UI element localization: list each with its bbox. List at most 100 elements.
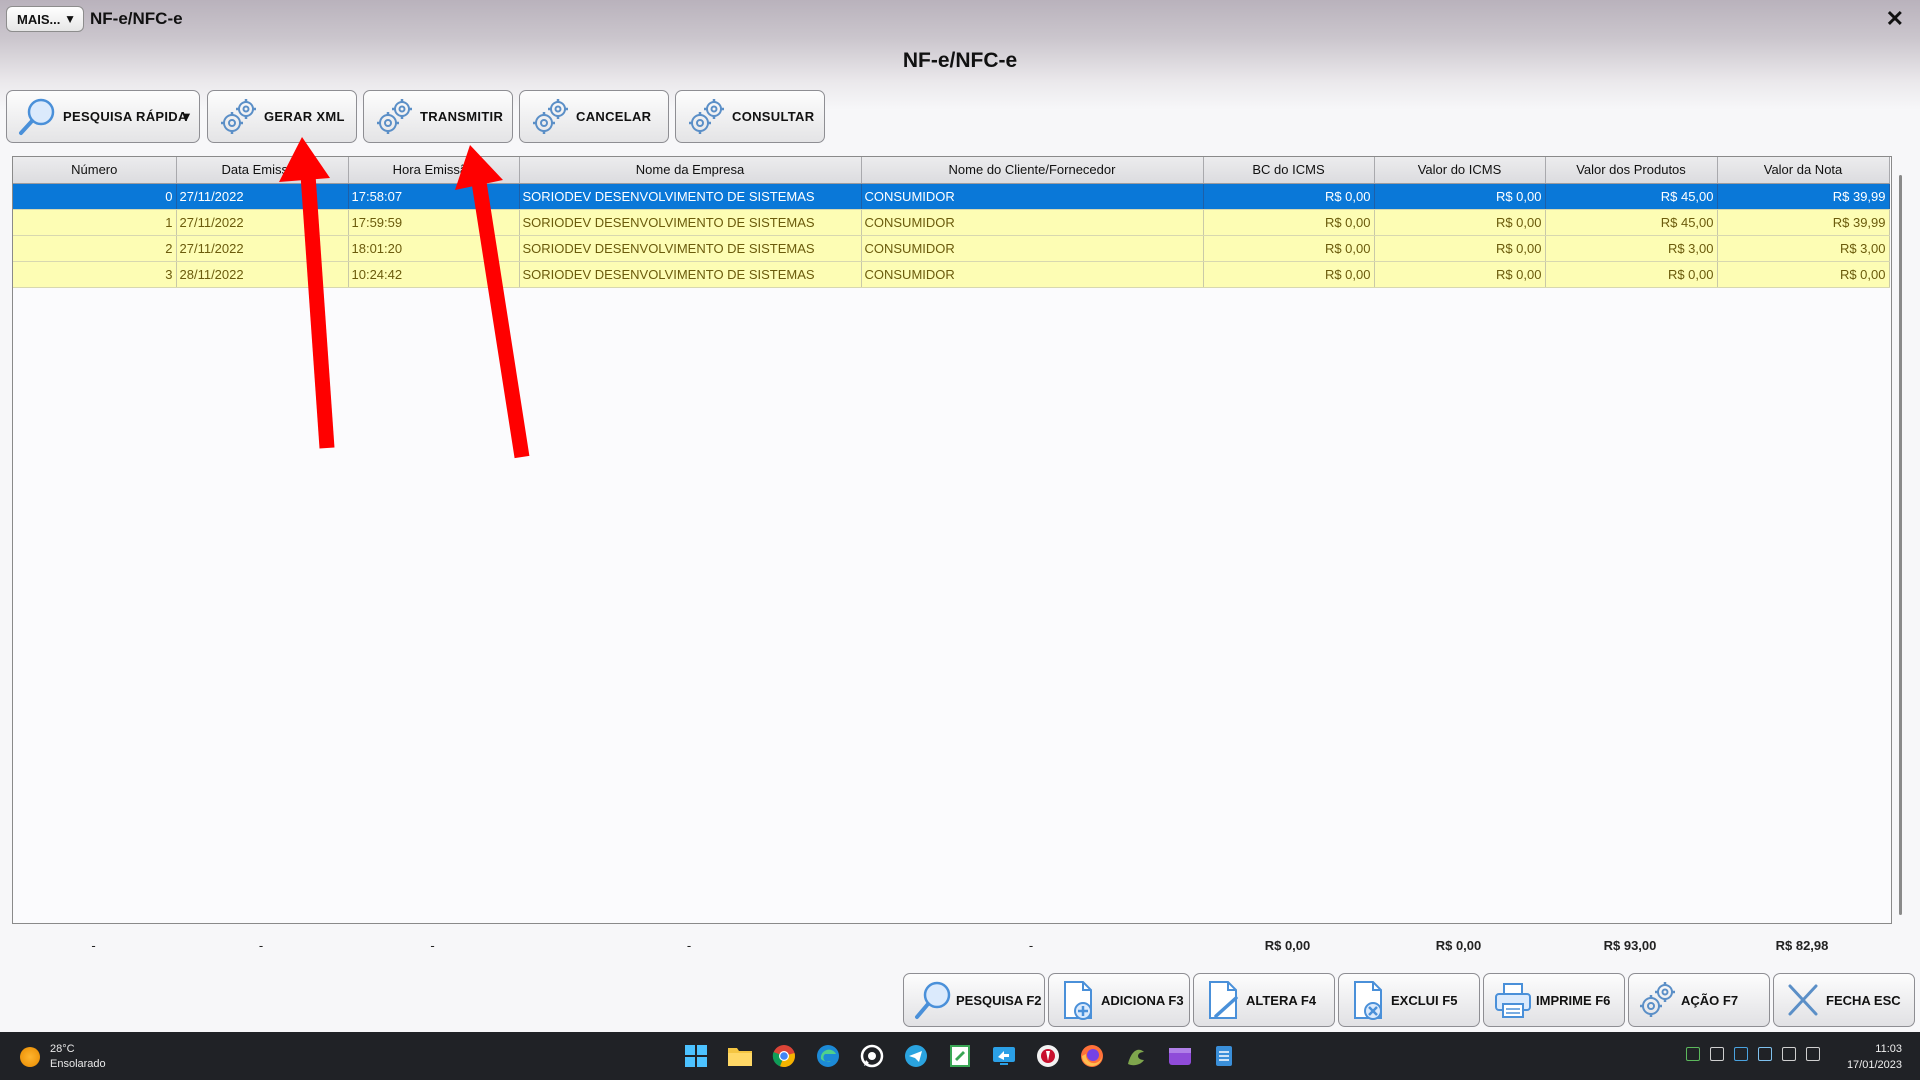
cell-bc-icms: R$ 0,00 — [1203, 183, 1375, 210]
clock[interactable]: 11:03 17/01/2023 — [1847, 1041, 1902, 1073]
cell-cliente: CONSUMIDOR — [861, 261, 1204, 288]
nfe-table: Número Data Emissão Hora Emissão Nome da… — [13, 157, 1890, 288]
cell-data: 27/11/2022 — [176, 183, 349, 210]
chevron-down-icon[interactable]: ▼ — [180, 109, 193, 124]
total-empresa: - — [686, 938, 692, 953]
cell-numero: 2 — [13, 235, 177, 262]
telegram-icon[interactable] — [900, 1040, 932, 1072]
exclui-button[interactable]: EXCLUI F5 — [1338, 973, 1480, 1027]
taskbar-apps — [680, 1040, 1240, 1072]
printer-icon — [1492, 978, 1534, 1022]
cell-valor-produtos: R$ 0,00 — [1545, 261, 1718, 288]
close-window-icon[interactable]: ✕ — [1886, 6, 1904, 32]
chrome-icon[interactable] — [768, 1040, 800, 1072]
cell-bc-icms: R$ 0,00 — [1203, 235, 1375, 262]
weather-widget[interactable]: 28°C Ensolarado — [20, 1042, 106, 1072]
imprime-button[interactable]: IMPRIME F6 — [1483, 973, 1625, 1027]
total-valor-nota: R$ 82,98 — [1775, 938, 1829, 953]
column-header-valor-produtos[interactable]: Valor dos Produtos — [1545, 157, 1718, 184]
column-header-bc-icms[interactable]: BC do ICMS — [1203, 157, 1375, 184]
tray-app-icon[interactable] — [1686, 1047, 1700, 1061]
altera-button[interactable]: ALTERA F4 — [1193, 973, 1335, 1027]
total-valor-produtos: R$ 93,00 — [1603, 938, 1657, 953]
acao-label: AÇÃO F7 — [1681, 992, 1739, 1008]
cell-empresa: SORIODEV DESENVOLVIMENTO DE SISTEMAS — [519, 183, 862, 210]
media-player-icon[interactable] — [1164, 1040, 1196, 1072]
notepad-icon[interactable] — [1208, 1040, 1240, 1072]
system-tray — [1686, 1047, 1820, 1061]
table-row[interactable]: 2 27/11/2022 18:01:20 SORIODEV DESENVOLV… — [13, 235, 1890, 262]
app-green-icon[interactable] — [1120, 1040, 1152, 1072]
altera-label: ALTERA F4 — [1246, 992, 1317, 1008]
table-row[interactable]: 1 27/11/2022 17:59:59 SORIODEV DESENVOLV… — [13, 209, 1890, 236]
cancelar-label: CANCELAR — [576, 109, 652, 124]
file-explorer-icon[interactable] — [724, 1040, 756, 1072]
total-data: - — [258, 938, 264, 953]
table-row[interactable]: 3 28/11/2022 10:24:42 SORIODEV DESENVOLV… — [13, 261, 1890, 288]
column-header-hora-emissao[interactable]: Hora Emissão — [348, 157, 520, 184]
remote-desktop-icon[interactable] — [988, 1040, 1020, 1072]
column-header-nome-cliente[interactable]: Nome do Cliente/Fornecedor — [861, 157, 1204, 184]
scrollbar-thumb[interactable] — [1899, 175, 1902, 915]
cell-valor-nota: R$ 39,99 — [1717, 209, 1890, 236]
security-icon[interactable] — [1734, 1047, 1748, 1061]
column-header-valor-nota[interactable]: Valor da Nota — [1717, 157, 1890, 184]
edge-icon[interactable] — [812, 1040, 844, 1072]
firefox-icon[interactable] — [1076, 1040, 1108, 1072]
cancelar-button[interactable]: CANCELAR — [519, 90, 669, 143]
pesquisa-label: PESQUISA F2 — [956, 992, 1042, 1008]
consultar-label: CONSULTAR — [732, 109, 815, 124]
nfe-grid[interactable]: Número Data Emissão Hora Emissão Nome da… — [12, 156, 1908, 925]
transmitir-label: TRANSMITIR — [420, 109, 504, 124]
gerar-xml-button[interactable]: GERAR XML — [207, 90, 357, 143]
transmitir-button[interactable]: TRANSMITIR — [363, 90, 513, 143]
cell-bc-icms: R$ 0,00 — [1203, 261, 1375, 288]
total-cliente: - — [1028, 938, 1034, 953]
cell-hora: 18:01:20 — [348, 235, 520, 262]
app-red-icon[interactable] — [1032, 1040, 1064, 1072]
gears-icon — [1637, 978, 1679, 1022]
taskbar: 28°C Ensolarado 11:03 17/01/2023 — [0, 1032, 1920, 1080]
cell-empresa: SORIODEV DESENVOLVIMENTO DE SISTEMAS — [519, 209, 862, 236]
consultar-button[interactable]: CONSULTAR — [675, 90, 825, 143]
cell-empresa: SORIODEV DESENVOLVIMENTO DE SISTEMAS — [519, 235, 862, 262]
page-title: NF-e/NFC-e — [902, 49, 1018, 72]
vertical-scrollbar[interactable] — [1894, 157, 1908, 925]
window-title: NF-e/NFC-e — [90, 9, 183, 28]
cell-cliente: CONSUMIDOR — [861, 209, 1204, 236]
close-icon — [1782, 978, 1824, 1022]
totals-row: - - - - - R$ 0,00 R$ 0,00 R$ 93,00 R$ 82… — [0, 938, 1920, 958]
chevron-down-icon: ▼ — [64, 12, 76, 26]
column-header-nome-empresa[interactable]: Nome da Empresa — [519, 157, 862, 184]
network-icon[interactable] — [1782, 1047, 1796, 1061]
sun-icon — [20, 1047, 40, 1067]
pesquisa-rapida-button[interactable]: PESQUISA RÁPIDA ▼ — [6, 90, 200, 143]
notepad-green-icon[interactable] — [944, 1040, 976, 1072]
fecha-button[interactable]: FECHA ESC — [1773, 973, 1915, 1027]
gears-icon — [374, 96, 416, 138]
adiciona-button[interactable]: ADICIONA F3 — [1048, 973, 1190, 1027]
cloud-icon[interactable] — [1758, 1047, 1772, 1061]
usb-icon[interactable] — [1710, 1047, 1724, 1061]
acao-button[interactable]: AÇÃO F7 — [1628, 973, 1770, 1027]
table-row[interactable]: 0 27/11/2022 17:58:07 SORIODEV DESENVOLV… — [13, 183, 1890, 210]
cell-numero: 0 — [13, 183, 177, 210]
start-icon[interactable] — [680, 1040, 712, 1072]
pesquisa-button[interactable]: PESQUISA F2 — [903, 973, 1045, 1027]
cell-numero: 1 — [13, 209, 177, 236]
column-header-numero[interactable]: Número — [13, 157, 177, 184]
mais-dropdown-button[interactable]: MAIS... ▼ — [6, 6, 84, 32]
gerar-xml-label: GERAR XML — [264, 109, 345, 124]
pesquisa-rapida-label: PESQUISA RÁPIDA — [63, 109, 188, 124]
temperature: 28°C — [50, 1043, 75, 1055]
volume-icon[interactable] — [1806, 1047, 1820, 1061]
cell-valor-nota: R$ 39,99 — [1717, 183, 1890, 210]
column-header-data-emissao[interactable]: Data Emissão — [176, 157, 349, 184]
whatsapp-icon[interactable] — [856, 1040, 888, 1072]
header-row: Número Data Emissão Hora Emissão Nome da… — [13, 157, 1890, 184]
cell-cliente: CONSUMIDOR — [861, 235, 1204, 262]
total-bc-icms: R$ 0,00 — [1264, 938, 1311, 953]
cell-bc-icms: R$ 0,00 — [1203, 209, 1375, 236]
column-header-valor-icms[interactable]: Valor do ICMS — [1374, 157, 1546, 184]
cell-valor-icms: R$ 0,00 — [1374, 209, 1546, 236]
